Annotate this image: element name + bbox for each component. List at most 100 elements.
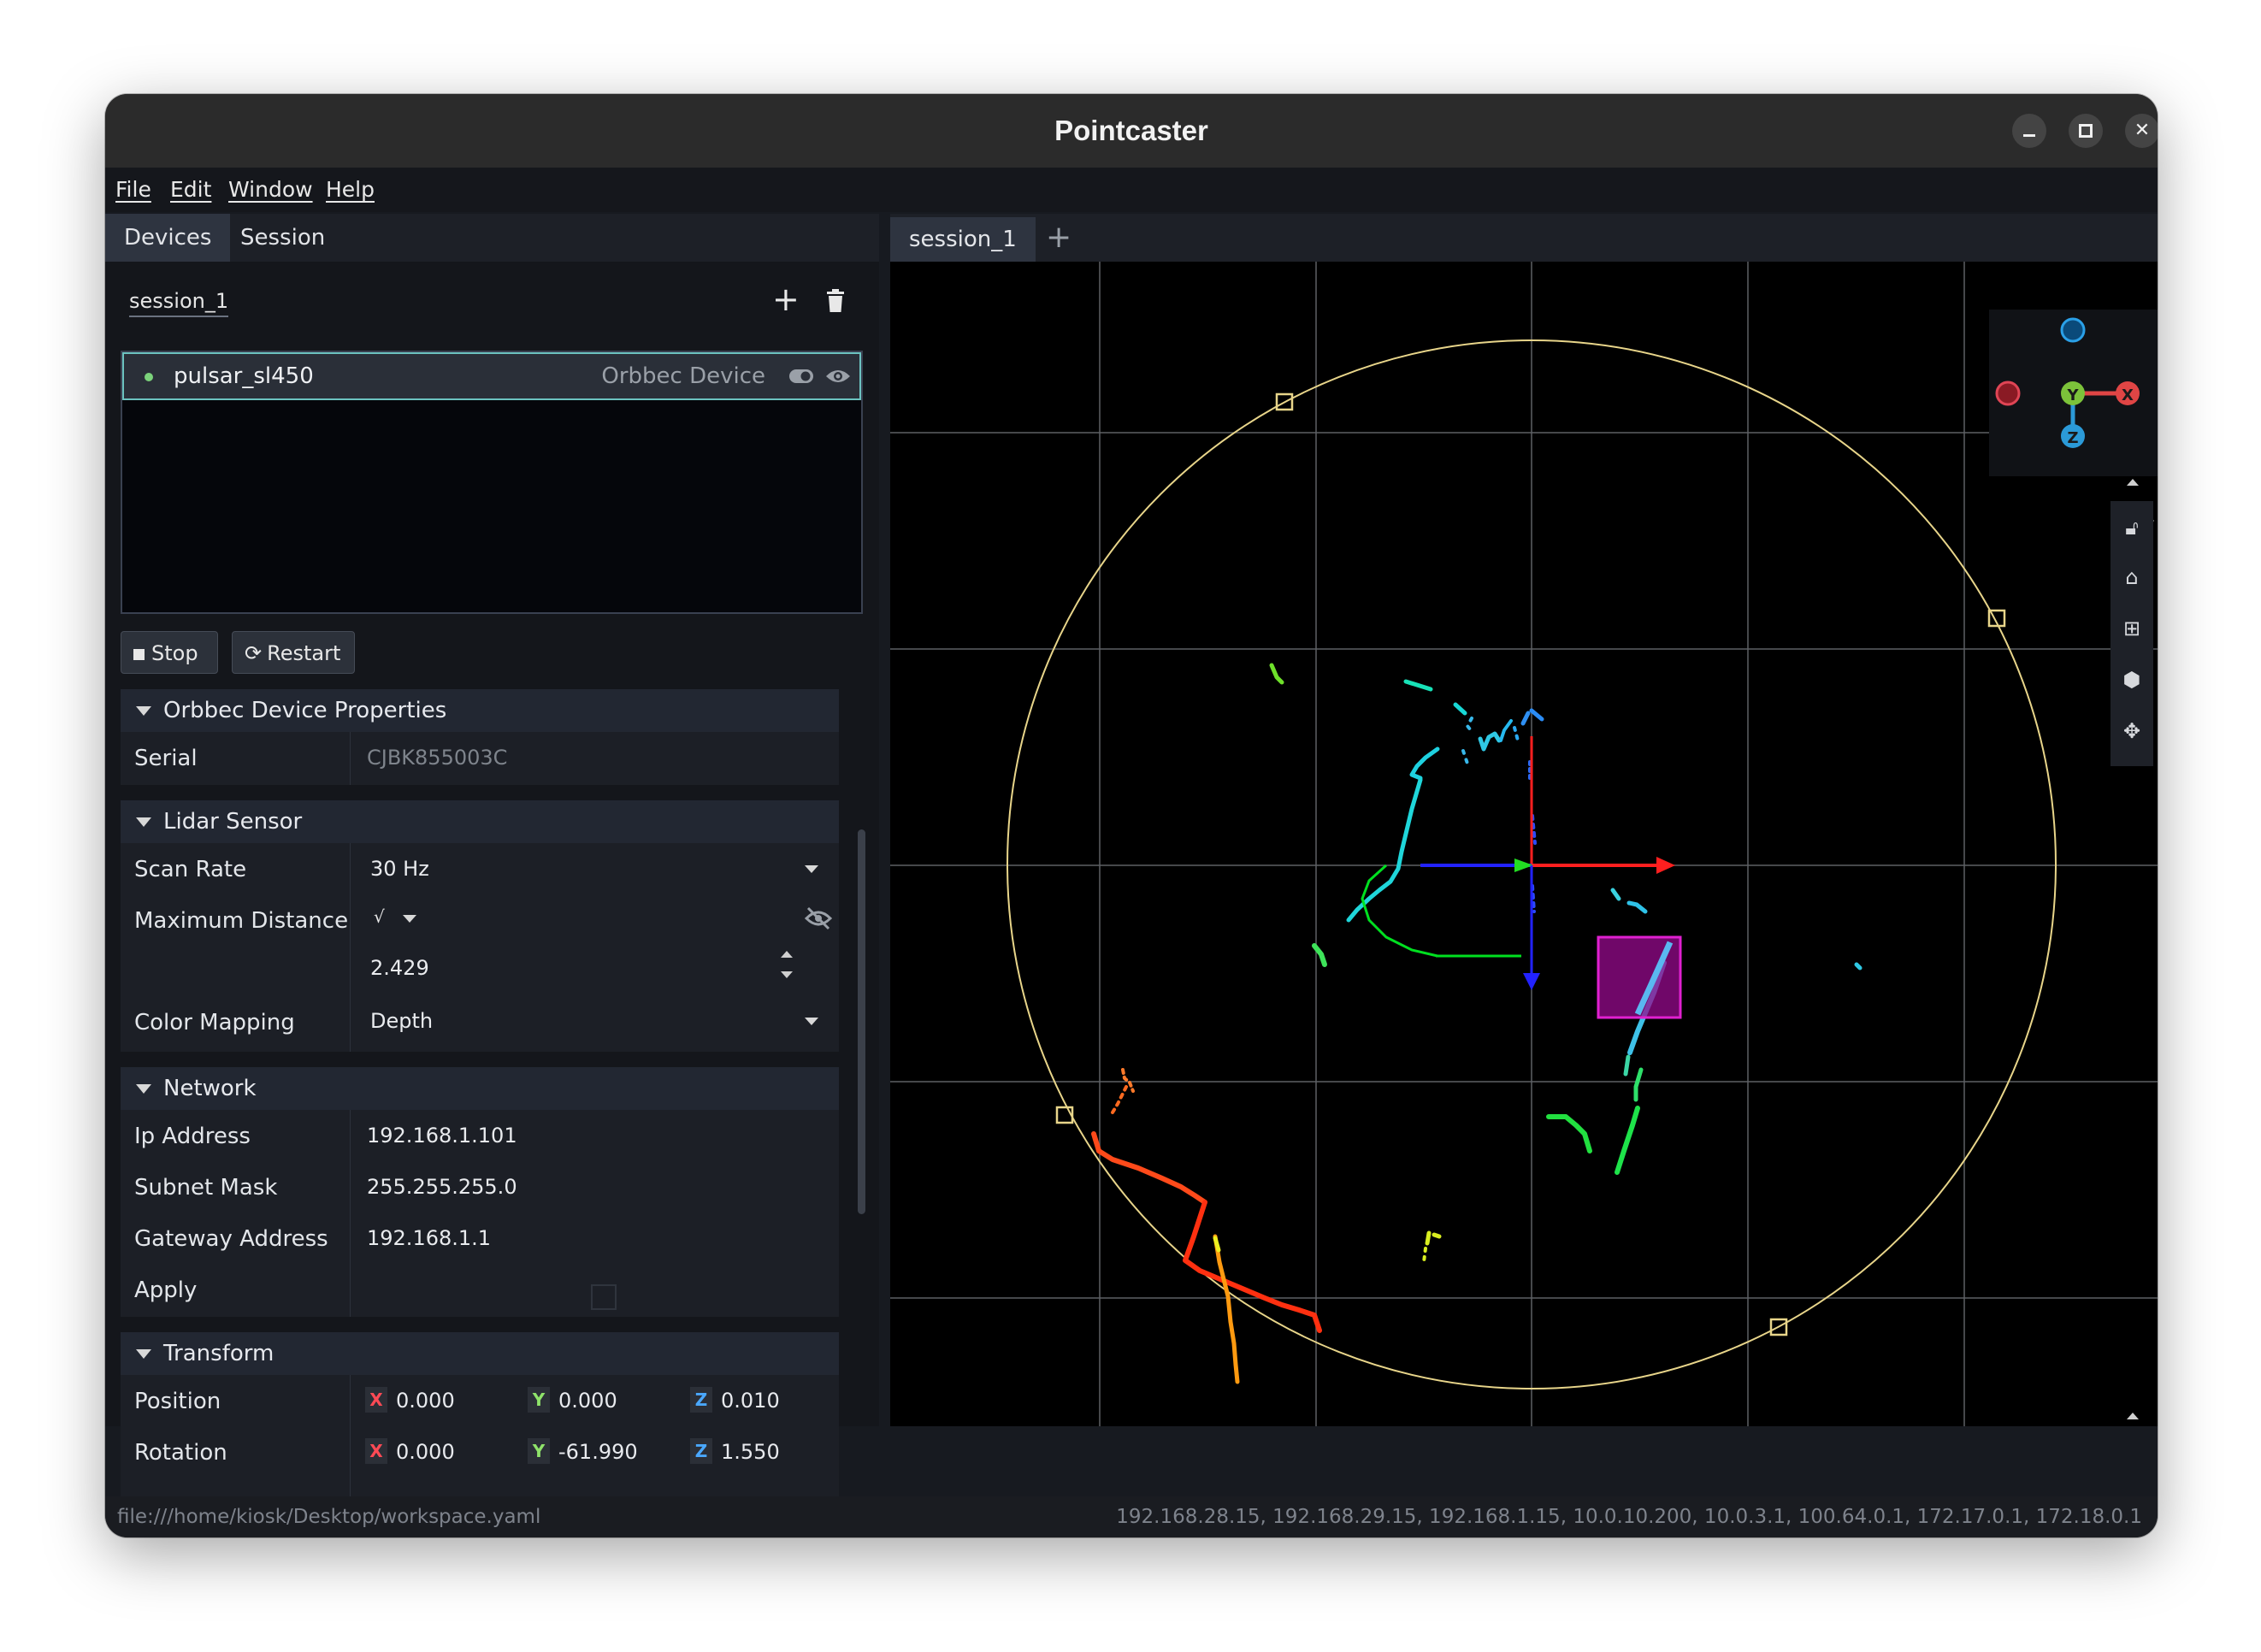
device-type: Orbbec Device (601, 363, 765, 389)
menu-bar: File Edit Window Help (105, 168, 2158, 212)
menu-window[interactable]: Window (228, 168, 313, 212)
close-icon: ✕ (2134, 120, 2151, 141)
menu-file[interactable]: File (115, 168, 151, 212)
color-mapping-select[interactable]: Depth (351, 999, 839, 1041)
decrement-icon[interactable] (781, 971, 793, 978)
menu-edit[interactable]: Edit (170, 168, 211, 212)
lidar-sensor-header[interactable]: Lidar Sensor (121, 800, 839, 843)
point-cloud-viewport[interactable]: Y X Z 🔓︎ ⌂ ⊞ ⬢ ✥ (890, 262, 2158, 1426)
color-mapping-label: Color Mapping (134, 1010, 295, 1035)
minimize-icon (2023, 133, 2035, 137)
device-list: pulsar_sl450 Orbbec Device (121, 351, 863, 614)
z-axis-arrowhead (1523, 973, 1540, 990)
gateway-label: Gateway Address (134, 1226, 328, 1252)
lidar-sensor-section: Lidar Sensor Scan Rate 30 Hz Maximum Dis… (121, 800, 839, 1052)
restart-label: Restart (267, 641, 341, 665)
position-z-input[interactable]: 0.010 (721, 1389, 780, 1413)
grid-icon: ⊞ (2122, 617, 2141, 640)
column-divider (350, 1375, 351, 1512)
device-properties-header[interactable]: Orbbec Device Properties (121, 689, 839, 732)
menu-file-label: File (115, 177, 151, 202)
position-x-input[interactable]: 0.000 (396, 1389, 455, 1413)
rotation-z-input[interactable]: 1.550 (721, 1440, 780, 1464)
tab-devices[interactable]: Devices (105, 214, 231, 262)
max-distance-input[interactable]: 2.429 (351, 946, 839, 988)
gizmo-neg-z-handle (2060, 317, 2086, 343)
scroll-up-arrow-icon[interactable] (2127, 1413, 2139, 1419)
section-title: Orbbec Device Properties (163, 698, 447, 723)
chevron-down-icon (805, 1018, 818, 1025)
restart-button[interactable]: ⟳ Restart (232, 631, 355, 674)
transform-header[interactable]: Transform (121, 1332, 839, 1375)
rotation-x-input[interactable]: 0.000 (396, 1440, 455, 1464)
point-cloud-canvas[interactable] (890, 262, 2158, 1426)
add-tab-button[interactable]: + (1046, 214, 1071, 262)
devices-panel: Devices Session session_1 + pulsar_sl450… (105, 214, 879, 1512)
tab-session-1[interactable]: session_1 (890, 217, 1036, 262)
home-view-button[interactable]: ⌂ (2110, 556, 2153, 599)
gizmo-canvas: Y X Z (1995, 317, 2140, 448)
rotation-arc (1361, 864, 1438, 958)
position-y-input[interactable]: 0.000 (558, 1389, 617, 1413)
checkmark-icon: √ (374, 906, 385, 927)
stop-button[interactable]: Stop (121, 631, 218, 674)
apply-button[interactable] (591, 1284, 617, 1310)
scan-rate-value: 30 Hz (370, 857, 429, 881)
stop-label: Stop (151, 641, 198, 665)
section-title: Transform (163, 1341, 275, 1366)
gizmo-y-label: Y (2066, 386, 2079, 404)
move-view-button[interactable]: ✥ (2110, 710, 2153, 752)
network-section: Network Ip Address 192.168.1.101 Subnet … (121, 1067, 839, 1317)
device-properties-section: Orbbec Device Properties Serial CJBK8550… (121, 689, 839, 785)
x-axis-arrowhead (1656, 857, 1675, 874)
column-divider (350, 1110, 351, 1317)
toggle-icon[interactable] (788, 368, 814, 385)
gizmo-neg-x-handle (1995, 381, 2021, 406)
max-distance-toggle[interactable]: √ (367, 896, 418, 939)
section-title: Network (163, 1076, 257, 1101)
properties-scrollbar[interactable] (858, 829, 865, 1214)
section-title: Lidar Sensor (163, 809, 303, 835)
x-axis-tag: X (365, 1387, 387, 1413)
eye-icon[interactable] (825, 367, 851, 386)
menu-help[interactable]: Help (326, 168, 375, 212)
maximize-button[interactable] (2069, 114, 2103, 148)
serial-value: CJBK855003C (367, 746, 508, 770)
plus-icon: + (772, 280, 800, 318)
scroll-up-arrow-icon[interactable] (2127, 479, 2139, 486)
z-axis-tag: Z (690, 1387, 712, 1413)
rotation-y-input[interactable]: -61.990 (558, 1440, 638, 1464)
app-window: Pointcaster ✕ File Edit Window Help Devi… (105, 94, 2158, 1537)
orientation-gizmo[interactable]: Y X Z (1989, 310, 2158, 476)
point-cloud (1091, 663, 1863, 1384)
color-mapping-value: Depth (370, 1009, 434, 1033)
grid-view-button[interactable]: ⊞ (2110, 607, 2153, 650)
minimize-button[interactable] (2012, 114, 2046, 148)
increment-icon[interactable] (781, 951, 793, 958)
trash-icon (827, 289, 844, 312)
tab-session[interactable]: Session (221, 214, 344, 262)
workspace-path: file:///home/kiosk/Desktop/workspace.yam… (117, 1506, 541, 1528)
gateway-input[interactable]: 192.168.1.1 (367, 1226, 491, 1250)
session-name[interactable]: session_1 (129, 289, 229, 317)
title-bar: Pointcaster ✕ (105, 94, 2158, 168)
eye-off-icon[interactable] (805, 906, 832, 930)
scan-rate-select[interactable]: 30 Hz (351, 847, 839, 889)
chevron-down-icon (805, 865, 818, 873)
viewport-tab-bar: session_1 + (890, 214, 2158, 262)
subnet-input[interactable]: 255.255.255.0 (367, 1175, 517, 1199)
collapse-triangle-icon (136, 706, 151, 716)
rotation-label: Rotation (134, 1440, 227, 1466)
network-header[interactable]: Network (121, 1067, 839, 1110)
device-name: pulsar_sl450 (174, 363, 314, 389)
delete-device-button[interactable] (825, 289, 846, 316)
add-device-button[interactable]: + (772, 282, 800, 316)
device-row[interactable]: pulsar_sl450 Orbbec Device (122, 352, 861, 400)
gizmo-x-label: X (2122, 386, 2134, 404)
lock-view-button[interactable]: 🔓︎ (2110, 506, 2153, 549)
close-button[interactable]: ✕ (2125, 114, 2158, 148)
scan-rate-label: Scan Rate (134, 857, 247, 882)
ip-input[interactable]: 192.168.1.101 (367, 1124, 517, 1148)
max-distance-value: 2.429 (370, 956, 429, 980)
perspective-view-button[interactable]: ⬢ (2110, 658, 2153, 701)
